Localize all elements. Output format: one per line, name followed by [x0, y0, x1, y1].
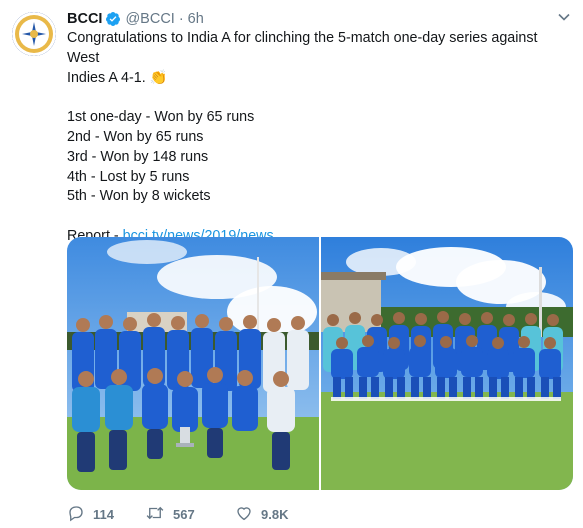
retweet-count: 567 [173, 506, 195, 522]
tweet-text: Congratulations to India A for clinching… [67, 29, 572, 247]
chevron-down-icon[interactable] [557, 10, 571, 28]
team-photo-right[interactable] [321, 237, 573, 490]
result-line: 4th - Lost by 5 runs [67, 168, 190, 185]
avatar[interactable] [12, 12, 56, 56]
result-line: 5th - Won by 8 wickets [67, 188, 211, 205]
team-photo-left[interactable] [67, 237, 319, 490]
separator-dot: · [178, 11, 184, 27]
reply-count: 114 [93, 506, 114, 522]
tweet-timestamp[interactable]: 6h [188, 11, 204, 27]
result-line: 3rd - Won by 148 runs [67, 148, 209, 165]
bcci-logo-icon [12, 12, 56, 56]
heart-icon [235, 504, 253, 525]
tweet-line: Congratulations to India A for clinching… [67, 30, 538, 66]
retweet-button[interactable]: 567 [145, 504, 233, 525]
account-handle[interactable]: @BCCI [125, 11, 174, 27]
tweet-header: BCCI @BCCI · 6h [67, 9, 571, 29]
retweet-icon [145, 504, 165, 525]
verified-badge-icon [105, 11, 121, 27]
tweet-line: Indies A 4-1. 👏 [67, 69, 168, 86]
like-button[interactable]: 9.8K [235, 504, 315, 525]
tweet-media [67, 237, 573, 490]
result-line: 1st one-day - Won by 65 runs [67, 109, 255, 126]
account-name[interactable]: BCCI [67, 11, 102, 27]
tweet-actions: 114 567 9.8K [67, 504, 315, 524]
result-line: 2nd - Won by 65 runs [67, 128, 204, 145]
like-count: 9.8K [261, 506, 289, 522]
reply-icon [67, 504, 85, 525]
reply-button[interactable]: 114 [67, 504, 135, 525]
